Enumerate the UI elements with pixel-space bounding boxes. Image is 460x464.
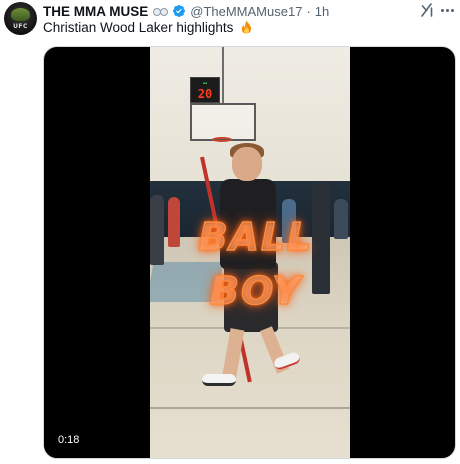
player-figure bbox=[232, 147, 262, 181]
spectator bbox=[168, 197, 180, 247]
basketball-rim bbox=[212, 137, 232, 142]
overlay-text-line1: BALL bbox=[198, 214, 314, 260]
tweet-header: THE MMA MUSE @TheMMAMuse17 · 1h bbox=[43, 3, 329, 19]
scoreboard: ▪▪ 20 bbox=[190, 77, 220, 103]
grok-icon[interactable] bbox=[419, 2, 435, 18]
avatar-tag: UFC bbox=[13, 23, 28, 30]
goggles-icon bbox=[153, 7, 169, 16]
more-icon[interactable] bbox=[441, 4, 457, 16]
backboard bbox=[190, 103, 256, 141]
spectator bbox=[150, 195, 164, 265]
tweet-text-body: Christian Wood Laker highlights bbox=[43, 20, 234, 35]
overlay-text-line2: BOY bbox=[209, 268, 303, 314]
fire-icon bbox=[241, 20, 252, 34]
scoreboard-value: 20 bbox=[197, 86, 213, 101]
tweet[interactable]: UFC THE MMA MUSE @TheMMAMuse17 · 1h Chri… bbox=[0, 0, 460, 464]
post-time[interactable]: 1h bbox=[315, 4, 329, 19]
video-player[interactable]: ▪▪ 20 BALL BOY 0:18 bbox=[43, 46, 456, 459]
tweet-text: Christian Wood Laker highlights bbox=[43, 20, 253, 35]
display-name[interactable]: THE MMA MUSE bbox=[43, 4, 148, 19]
spectator bbox=[334, 199, 348, 239]
separator-dot: · bbox=[306, 3, 311, 19]
video-duration: 0:18 bbox=[58, 434, 80, 446]
video-frame: ▪▪ 20 BALL BOY bbox=[150, 47, 350, 458]
verified-badge-icon bbox=[173, 5, 186, 17]
avatar[interactable]: UFC bbox=[4, 2, 37, 35]
avatar-logo-mark bbox=[11, 8, 30, 21]
user-handle[interactable]: @TheMMAMuse17 bbox=[190, 4, 302, 19]
